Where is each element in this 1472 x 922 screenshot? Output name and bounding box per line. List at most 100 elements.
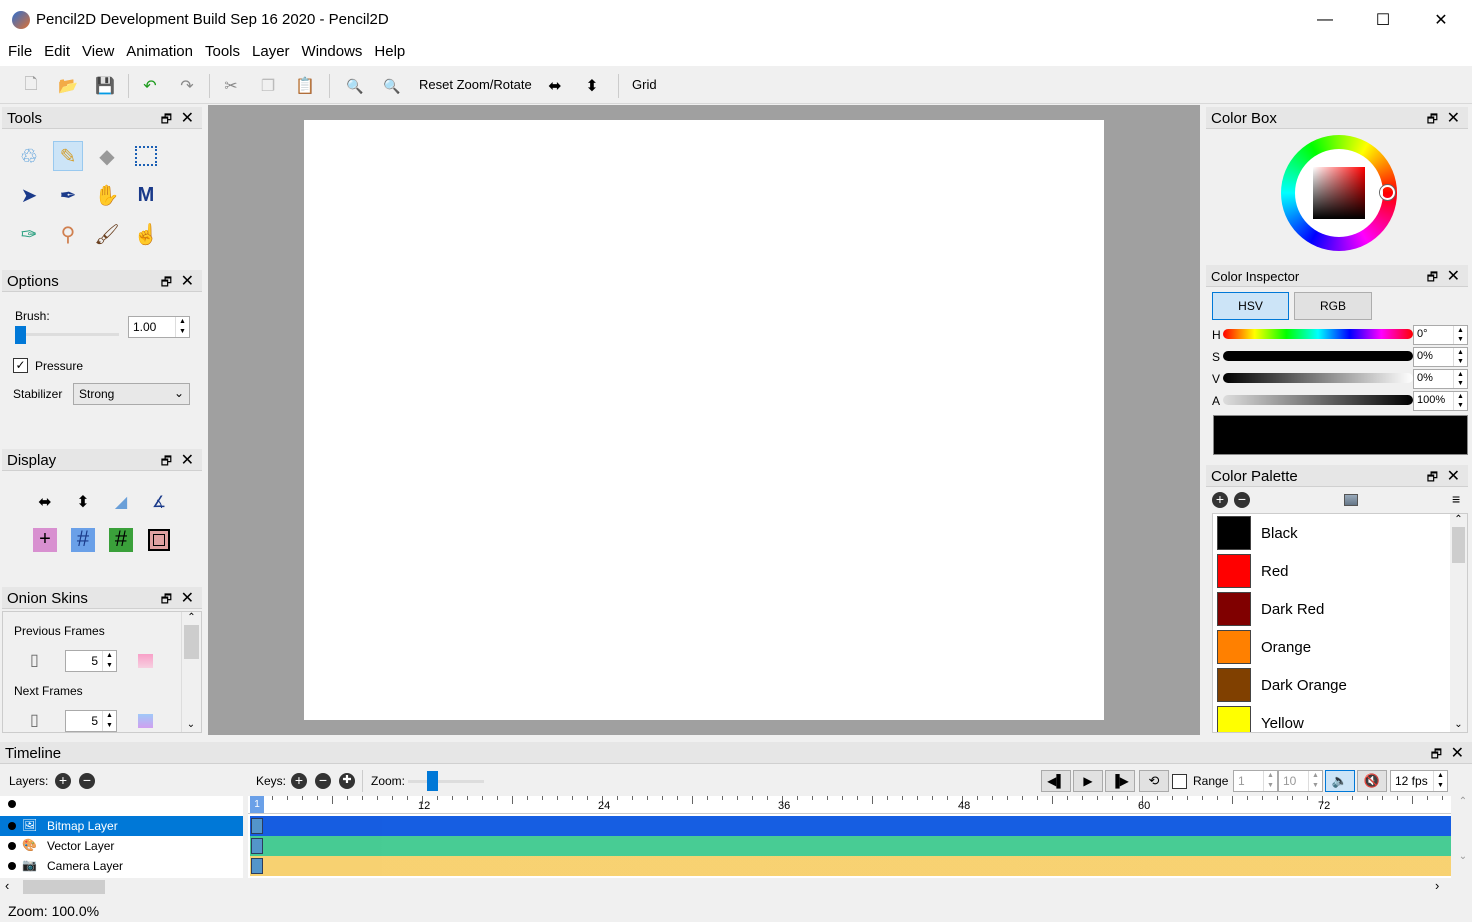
scrollbar-thumb[interactable] <box>184 625 199 659</box>
keyframe[interactable] <box>251 858 263 874</box>
stabilizer-select[interactable]: Strong ⌄ <box>73 383 190 405</box>
add-color-icon[interactable]: + <box>1212 492 1228 508</box>
save-icon[interactable]: 💾 <box>92 73 118 99</box>
palette-menu-icon[interactable]: ≡ <box>1452 491 1460 507</box>
next-frame-button[interactable]: ▐▶ <box>1105 770 1135 792</box>
timeline-zoom-slider[interactable] <box>408 780 484 783</box>
remove-layer-icon[interactable]: − <box>79 773 95 789</box>
minimize-button[interactable]: — <box>1296 0 1354 40</box>
float-icon[interactable]: 🗗 <box>1427 110 1438 131</box>
menu-edit[interactable]: Edit <box>38 40 76 66</box>
maximize-button[interactable]: ☐ <box>1354 0 1412 40</box>
brush-slider-handle[interactable] <box>15 326 26 344</box>
hue-spinbox[interactable]: 0° ▲ ▼ <box>1413 325 1468 345</box>
select-tool-icon[interactable] <box>131 141 161 171</box>
close-icon[interactable]: ✕ <box>1447 466 1460 486</box>
close-icon[interactable]: ✕ <box>181 108 194 128</box>
menu-tools[interactable]: Tools <box>199 40 246 66</box>
previous-frames-spinbox[interactable]: 5 ▲ ▼ <box>65 650 117 672</box>
pen-tool-icon[interactable]: ✒ <box>53 180 83 210</box>
layer-track[interactable] <box>250 856 1451 876</box>
add-key-icon[interactable]: + <box>291 773 307 789</box>
cut-icon[interactable]: ✂ <box>218 73 244 99</box>
undo-icon[interactable]: ↶ <box>137 73 163 99</box>
mute-button[interactable]: 🔇 <box>1357 770 1387 792</box>
menu-animation[interactable]: Animation <box>120 40 199 66</box>
palette-view-icon[interactable] <box>1344 494 1358 506</box>
new-file-icon[interactable]: 🗋 <box>18 73 44 99</box>
reset-zoom-rotate-button[interactable]: Reset Zoom/Rotate <box>419 77 532 92</box>
layer-row[interactable]: 🎨 Vector Layer <box>0 836 243 856</box>
float-icon[interactable]: 🗗 <box>1427 268 1438 289</box>
tab-hsv[interactable]: HSV <box>1212 292 1289 320</box>
onion-prev-color-swatch[interactable] <box>138 654 153 668</box>
menu-file[interactable]: File <box>2 40 38 66</box>
range-end-spinbox[interactable]: 10 ▲ ▼ <box>1278 770 1323 792</box>
scroll-left-icon[interactable]: ‹ <box>5 878 9 893</box>
menu-view[interactable]: View <box>76 40 120 66</box>
scroll-down-icon[interactable]: ⌄ <box>182 719 200 730</box>
brush-size-spinbox[interactable]: 1.00 ▲ ▼ <box>128 316 190 338</box>
saturation-value-square[interactable] <box>1313 167 1365 219</box>
close-icon[interactable]: ✕ <box>181 450 194 470</box>
previous-frame-button[interactable]: ◀▌ <box>1041 770 1071 792</box>
scroll-up-icon[interactable]: ⌃ <box>182 612 201 623</box>
close-button[interactable]: ✕ <box>1412 0 1470 40</box>
thirds-overlay-icon[interactable]: # <box>68 525 98 555</box>
grid-button[interactable]: Grid <box>632 77 657 92</box>
zoom-out-icon[interactable]: 🔍 <box>379 73 405 99</box>
fill-tool-icon[interactable]: ☝ <box>131 219 161 249</box>
hue-slider[interactable] <box>1223 329 1413 339</box>
all-layers-visibility-icon[interactable] <box>8 800 16 808</box>
mirror-horizontal-icon[interactable]: ⬌ <box>30 487 60 517</box>
close-icon[interactable]: ✕ <box>181 588 194 608</box>
remove-color-icon[interactable]: − <box>1234 492 1250 508</box>
fps-spinbox[interactable]: 12 fps ▲ ▼ <box>1390 770 1448 792</box>
hue-handle[interactable] <box>1380 185 1395 200</box>
duplicate-key-icon[interactable]: ✚ <box>339 773 355 789</box>
float-icon[interactable]: 🗗 <box>161 590 172 611</box>
move-tool-icon[interactable]: ➤ <box>14 180 44 210</box>
layer-row[interactable]: 📷 Camera Layer <box>0 856 243 876</box>
clear-tool-icon[interactable]: ♲ <box>14 141 44 171</box>
alpha-spinbox[interactable]: 100% ▲ ▼ <box>1413 391 1468 411</box>
palette-color-item[interactable]: Orange <box>1213 628 1467 666</box>
palette-scrollbar[interactable]: ⌃ ⌄ <box>1450 514 1467 732</box>
overlay-icon[interactable]: ◢ <box>106 487 136 517</box>
close-icon[interactable]: ✕ <box>1447 266 1460 286</box>
sound-scrub-button[interactable]: 🔈 <box>1325 770 1355 792</box>
menu-help[interactable]: Help <box>368 40 411 66</box>
palette-color-item[interactable]: Yellow <box>1213 704 1467 732</box>
flip-horizontal-icon[interactable]: ⬌ <box>542 73 568 99</box>
pressure-checkbox[interactable]: ✓ <box>13 358 28 373</box>
brush-tool-icon[interactable]: 🖌 <box>92 219 122 249</box>
scrollbar-thumb[interactable] <box>1452 527 1465 563</box>
open-file-icon[interactable]: 📂 <box>55 73 81 99</box>
palette-color-item[interactable]: Dark Orange <box>1213 666 1467 704</box>
mirror-vertical-icon[interactable]: ⬍ <box>68 487 98 517</box>
float-icon[interactable]: 🗗 <box>1431 745 1442 766</box>
palette-color-item[interactable]: Red <box>1213 552 1467 590</box>
close-icon[interactable]: ✕ <box>1451 743 1464 763</box>
next-frames-spinbox[interactable]: 5 ▲ ▼ <box>65 710 117 732</box>
menu-layer[interactable]: Layer <box>246 40 296 66</box>
onion-next-color-swatch[interactable] <box>138 714 153 728</box>
loop-button[interactable]: ⟲ <box>1139 770 1169 792</box>
layer-track[interactable] <box>250 816 1451 836</box>
timeline-zoom-handle[interactable] <box>427 771 438 791</box>
saturation-slider[interactable] <box>1223 351 1413 361</box>
scroll-up-icon[interactable]: ⌃ <box>1450 514 1467 525</box>
flip-vertical-icon[interactable]: ⬍ <box>579 73 605 99</box>
palette-color-item[interactable]: Dark Red <box>1213 590 1467 628</box>
timeline-hscrollbar[interactable]: ‹ › <box>3 878 1453 896</box>
zoom-in-icon[interactable]: 🔍 <box>342 73 368 99</box>
brush-size-slider[interactable] <box>15 333 119 336</box>
onion-scrollbar[interactable]: ⌃ ⌄ <box>181 612 201 732</box>
canvas-area[interactable] <box>208 105 1200 735</box>
onion-prev-icon[interactable]: ▯ <box>30 650 39 670</box>
pencil-tool-icon[interactable]: ✎ <box>53 141 83 171</box>
range-start-spinbox[interactable]: 1 ▲ ▼ <box>1233 770 1278 792</box>
polyline-tool-icon[interactable]: ✑ <box>14 219 44 249</box>
float-icon[interactable]: 🗗 <box>161 273 172 294</box>
float-icon[interactable]: 🗗 <box>161 110 172 131</box>
